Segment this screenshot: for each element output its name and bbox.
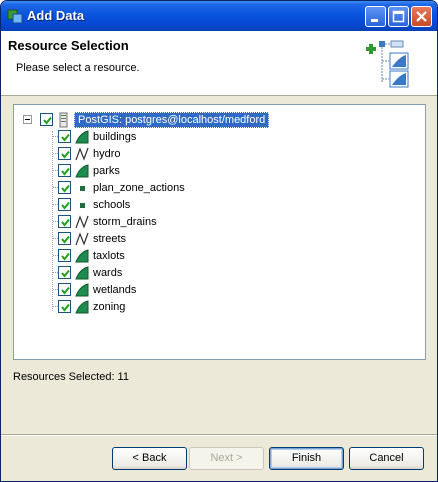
layer-item-storm-drains[interactable]: storm_drains <box>58 213 157 230</box>
checkmark-icon <box>61 133 70 142</box>
finish-button[interactable]: Finish <box>269 447 344 470</box>
layer-item-wards[interactable]: wards <box>58 264 122 281</box>
checkmark-icon <box>61 235 70 244</box>
minimize-button[interactable] <box>365 6 386 27</box>
tree-root-row[interactable]: PostGIS: postgres@localhost/medford <box>23 111 270 128</box>
checkmark-icon <box>61 252 70 261</box>
layer-item-buildings[interactable]: buildings <box>58 128 136 145</box>
layer-checkbox[interactable] <box>58 147 71 160</box>
layer-label: taxlots <box>93 249 125 262</box>
window-title: Add Data <box>27 8 85 23</box>
polygon-layer-icon <box>75 282 89 296</box>
polygon-layer-icon <box>75 163 89 177</box>
layer-label: parks <box>93 164 120 177</box>
layer-checkbox[interactable] <box>58 232 71 245</box>
back-button[interactable]: < Back <box>112 447 187 470</box>
app-icon <box>7 9 23 24</box>
layer-label: storm_drains <box>93 215 157 228</box>
page-title: Resource Selection <box>8 38 129 53</box>
layer-checkbox[interactable] <box>58 266 71 279</box>
wizard-header: Resource Selection Please select a resou… <box>1 31 437 96</box>
layer-item-plan-zone-actions[interactable]: plan_zone_actions <box>58 179 185 196</box>
line-layer-icon <box>75 231 89 246</box>
database-icon <box>59 112 68 127</box>
layer-label: plan_zone_actions <box>93 181 185 194</box>
next-button[interactable]: Next > <box>189 447 264 470</box>
layer-checkbox[interactable] <box>58 198 71 211</box>
layer-item-hydro[interactable]: hydro <box>58 145 121 162</box>
layer-item-streets[interactable]: streets <box>58 230 126 247</box>
polygon-layer-icon <box>75 265 89 279</box>
maximize-icon <box>392 10 405 23</box>
checkmark-icon <box>61 150 70 159</box>
checkmark-icon <box>61 269 70 278</box>
point-layer-icon <box>80 202 85 208</box>
layer-label: wetlands <box>93 283 137 296</box>
layer-label: zoning <box>93 300 126 313</box>
layer-label: wards <box>93 266 123 279</box>
close-icon <box>416 11 427 22</box>
checkmark-icon <box>61 167 70 176</box>
collapse-toggle[interactable] <box>23 115 32 124</box>
add-data-dialog: Add Data Resource Selection Please selec… <box>0 0 438 482</box>
close-button[interactable] <box>411 6 432 27</box>
resource-tree[interactable]: PostGIS: postgres@localhost/medford buil… <box>13 104 426 360</box>
polygon-layer-icon <box>75 299 89 313</box>
layer-checkbox[interactable] <box>58 300 71 313</box>
layer-checkbox[interactable] <box>58 181 71 194</box>
root-checkbox[interactable] <box>40 113 53 126</box>
layer-label: schools <box>93 198 131 211</box>
layer-item-zoning[interactable]: zoning <box>58 298 125 315</box>
add-layers-icon <box>366 40 409 88</box>
line-layer-icon <box>75 214 89 229</box>
checkmark-icon <box>61 184 70 193</box>
maximize-button[interactable] <box>388 6 409 27</box>
checkmark-icon <box>43 116 52 125</box>
title-bar[interactable]: Add Data <box>1 1 437 31</box>
polygon-layer-icon <box>75 129 89 143</box>
layer-checkbox[interactable] <box>58 130 71 143</box>
layer-item-wetlands[interactable]: wetlands <box>58 281 136 298</box>
checkmark-icon <box>61 286 70 295</box>
point-layer-icon <box>80 185 85 191</box>
layer-checkbox[interactable] <box>58 215 71 228</box>
checkmark-icon <box>61 303 70 312</box>
layer-label: hydro <box>93 147 121 160</box>
resources-selected-status: Resources Selected: 11 <box>13 371 129 383</box>
layer-item-schools[interactable]: schools <box>58 196 130 213</box>
checkmark-icon <box>61 201 70 210</box>
layer-label: buildings <box>93 130 137 143</box>
minimize-icon <box>371 19 378 22</box>
layer-checkbox[interactable] <box>58 283 71 296</box>
cancel-button[interactable]: Cancel <box>349 447 424 470</box>
tree-root-label[interactable]: PostGIS: postgres@localhost/medford <box>74 111 270 128</box>
polygon-layer-icon <box>75 248 89 262</box>
page-description: Please select a resource. <box>16 62 140 74</box>
layer-label: streets <box>93 232 127 245</box>
layer-checkbox[interactable] <box>58 249 71 262</box>
layer-item-parks[interactable]: parks <box>58 162 120 179</box>
layer-item-taxlots[interactable]: taxlots <box>58 247 125 264</box>
layer-checkbox[interactable] <box>58 164 71 177</box>
button-bar-separator <box>1 434 437 436</box>
checkmark-icon <box>61 218 70 227</box>
line-layer-icon <box>75 146 89 161</box>
